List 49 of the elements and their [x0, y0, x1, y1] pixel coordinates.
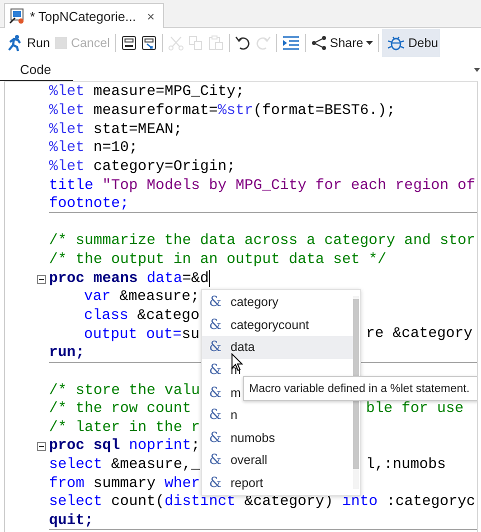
code-line: quit; [49, 512, 94, 530]
pointer-icon [231, 353, 243, 372]
code-line: %let stat=MEAN; [49, 120, 182, 139]
code-line: select &measure,_ [49, 456, 200, 474]
code-line: %let measure=MPG_City; [49, 83, 244, 102]
code-line: /* the output in an output data set */ [49, 251, 386, 270]
completion-item[interactable]: & overall [202, 449, 353, 472]
code-line: /* store the valu [49, 382, 200, 400]
code-line: ble for use [366, 400, 464, 418]
bug-icon [387, 34, 406, 52]
code-line: %let n=10; [49, 139, 138, 158]
code-line: /* later in the r [49, 418, 200, 437]
close-icon[interactable]: × [147, 8, 155, 24]
code-line: proc sql noprint; [49, 437, 200, 456]
program-file-icon [9, 8, 25, 24]
code-line: from summary wher [49, 474, 200, 493]
tooltip: Macro variable defined in a %let statement. [243, 376, 477, 401]
code-line: l,:numobs [366, 456, 446, 474]
run-button[interactable]: Run [4, 29, 52, 57]
stop-icon [54, 36, 68, 50]
dropdown-caret-icon[interactable] [474, 68, 480, 72]
debug-button[interactable]: Debu [382, 29, 440, 57]
completion-item[interactable]: & category [202, 291, 353, 314]
code-line: class &catego [84, 307, 200, 325]
completion-item[interactable]: & n [202, 404, 353, 427]
caret-icon [366, 41, 374, 45]
completion-item[interactable]: & numobs [202, 426, 353, 450]
collapse-icon[interactable] [37, 442, 46, 452]
share-button[interactable]: Share [308, 29, 376, 57]
editor-tab[interactable]: * TopNCategorie... × [4, 3, 164, 28]
code-line: footnote; [49, 195, 129, 214]
code-line: /* summarize the data across a category and stor [49, 232, 476, 250]
code-line: title "Top Models by MPG_City for each region of [49, 176, 476, 195]
code-line: output out=su [84, 326, 200, 344]
completion-item[interactable]: & categorycount [202, 314, 353, 336]
code-line: re &category [366, 325, 473, 344]
completion-item[interactable]: & data [202, 336, 353, 359]
completion-item[interactable]: & report [202, 472, 353, 494]
code-line: select count(distinct &category) into :categoryc [49, 493, 476, 512]
section-tab[interactable]: Code [20, 62, 52, 77]
code-line: %let category=Origin; [49, 158, 236, 176]
running-figure-icon [6, 34, 24, 52]
code-line: proc means data=&d [49, 270, 209, 288]
code-line: var &measure; [84, 288, 200, 306]
code-line: %let measureformat=%str(format=BEST6.); [49, 102, 396, 120]
share-icon [310, 35, 327, 51]
code-line: /* the row count [49, 400, 192, 418]
collapse-icon[interactable] [37, 274, 46, 284]
code-line: run; [49, 344, 85, 362]
